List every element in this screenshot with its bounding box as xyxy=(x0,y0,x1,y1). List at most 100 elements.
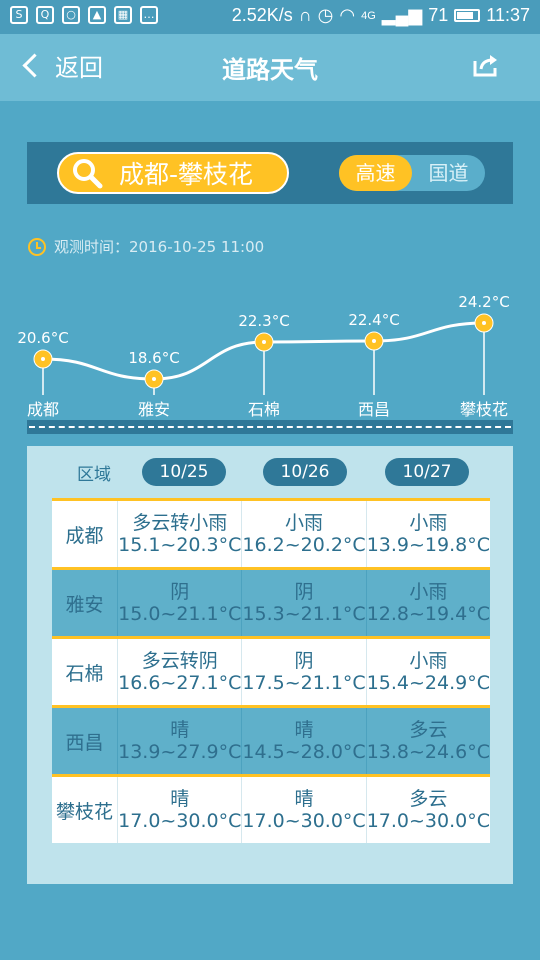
forecast-cell: 阴 17.5~21.1°C xyxy=(241,637,367,707)
headphone-icon: ∩ xyxy=(298,5,312,25)
battery-level: 71 xyxy=(428,5,449,25)
temp-range: 17.0~30.0°C xyxy=(242,810,366,832)
share-icon[interactable] xyxy=(472,52,500,78)
region-header: 区域 xyxy=(77,465,111,485)
weather-text: 晴 xyxy=(294,719,314,741)
city-cell: 成都 xyxy=(52,499,118,569)
temp-range: 15.4~24.9°C xyxy=(366,672,490,694)
forecast-cell: 小雨 13.9~19.8°C xyxy=(365,499,490,569)
message-icon: ○ xyxy=(62,6,80,24)
temp-label: 22.3°C xyxy=(238,312,290,330)
clock-icon xyxy=(28,237,46,256)
temp-label: 18.6°C xyxy=(128,349,180,367)
temp-range: 15.3~21.1°C xyxy=(242,603,366,625)
qq-icon: Q xyxy=(36,6,54,24)
search-icon xyxy=(73,159,103,189)
temp-range: 13.8~24.6°C xyxy=(366,741,490,763)
date-tab-2[interactable]: 10/26 xyxy=(263,458,347,486)
city-cell: 西昌 xyxy=(52,706,118,776)
data-point-center xyxy=(372,339,376,343)
temp-range: 12.8~19.4°C xyxy=(366,603,490,625)
route-selector[interactable]: 成都-攀枝花 xyxy=(57,152,289,194)
forecast-cell: 晴 13.9~27.9°C xyxy=(117,706,242,776)
temp-range: 16.2~20.2°C xyxy=(242,534,366,556)
route-divider xyxy=(27,420,513,434)
tab-national-road[interactable]: 国道 xyxy=(412,155,485,191)
weather-text: 小雨 xyxy=(409,581,448,603)
image-icon: ▲ xyxy=(88,6,106,24)
tab-highway[interactable]: 高速 xyxy=(339,155,412,191)
table-row: 雅安阴 15.0~21.1°C 阴 15.3~21.1°C 小雨 12.8~19.4°C xyxy=(52,568,490,638)
temp-range: 17.0~30.0°C xyxy=(118,810,242,832)
temp-range: 13.9~27.9°C xyxy=(118,741,242,763)
temp-label: 22.4°C xyxy=(348,311,400,329)
clock-time: 11:37 xyxy=(486,5,530,25)
route-search-bar: 成都-攀枝花 高速 国道 xyxy=(27,142,513,204)
temp-range: 15.0~21.1°C xyxy=(118,603,242,625)
network-type: 4G xyxy=(361,9,376,22)
observation-time: 观测时间：2016-10-25 11:00 xyxy=(28,236,264,257)
weather-text: 小雨 xyxy=(409,512,448,534)
weather-text: 阴 xyxy=(294,650,314,672)
forecast-table: 成都 多云转小雨 15.1~20.3°C 小雨 16.2~20.2°C 小雨 13.9~19… xyxy=(52,498,490,843)
forecast-cell: 晴 14.5~28.0°C xyxy=(241,706,367,776)
observation-value: 2016-10-25 11:00 xyxy=(129,238,265,256)
weather-text: 阴 xyxy=(294,581,314,603)
weather-text: 多云转小雨 xyxy=(132,512,228,534)
temp-range: 13.9~19.8°C xyxy=(366,534,490,556)
forecast-cell: 多云转小雨 15.1~20.3°C xyxy=(117,499,242,569)
city-label: 西昌 xyxy=(357,400,391,419)
more-icon: … xyxy=(140,6,158,24)
table-row: 西昌晴 13.9~27.9°C 晴 14.5~28.0°C 多云 13.8~24.6°C xyxy=(52,706,490,776)
grid-icon: ▦ xyxy=(114,6,132,24)
weather-text: 晴 xyxy=(170,719,190,741)
city-cell: 石棉 xyxy=(52,637,118,707)
forecast-cell: 多云 13.8~24.6°C xyxy=(365,706,490,776)
weather-text: 多云转阴 xyxy=(141,650,218,672)
temp-range: 14.5~28.0°C xyxy=(242,741,366,763)
data-point-center xyxy=(152,377,156,381)
table-row: 石棉 多云转阴 16.6~27.1°C 阴 17.5~21.1°C 小雨 15.4~24.9… xyxy=(52,637,490,707)
net-speed: 2.52K/s xyxy=(231,5,293,25)
temp-label: 20.6°C xyxy=(17,329,69,347)
city-label: 攀枝花 xyxy=(459,400,509,419)
notification-icons: S Q ○ ▲ ▦ … xyxy=(10,6,158,24)
forecast-cell: 阴 15.3~21.1°C xyxy=(241,568,367,638)
road-type-toggle: 高速 国道 xyxy=(339,155,485,191)
city-label: 雅安 xyxy=(137,400,171,419)
weather-text: 多云 xyxy=(409,788,448,810)
signal-icon: ▂▄▆ xyxy=(381,5,423,25)
route-text: 成都-攀枝花 xyxy=(119,160,254,189)
status-bar: S Q ○ ▲ ▦ … 2.52K/s ∩ ◷ ◠ 4G ▂▄▆ 71 11:3… xyxy=(0,0,540,34)
page-title: 道路天气 xyxy=(222,56,318,84)
weather-text: 小雨 xyxy=(409,650,448,672)
alarm-icon: ◷ xyxy=(317,5,334,25)
app-notification-icon: S xyxy=(10,6,28,24)
weather-text: 晴 xyxy=(170,788,190,810)
forecast-cell: 多云 17.0~30.0°C xyxy=(365,775,490,843)
table-row: 攀枝花晴 17.0~30.0°C 晴 17.0~30.0°C 多云 17.0~30.0°C xyxy=(52,775,490,843)
date-tab-3[interactable]: 10/27 xyxy=(385,458,469,486)
temp-range: 17.5~21.1°C xyxy=(242,672,366,694)
observation-label: 观测时间： xyxy=(54,238,130,256)
title-bar: 返回 道路天气 xyxy=(0,34,540,101)
forecast-cell: 晴 17.0~30.0°C xyxy=(241,775,367,843)
forecast-cell: 晴 17.0~30.0°C xyxy=(117,775,242,843)
weather-text: 晴 xyxy=(294,788,314,810)
forecast-cell: 阴 15.0~21.1°C xyxy=(117,568,242,638)
city-cell: 攀枝花 xyxy=(52,775,118,843)
data-point-center xyxy=(41,357,45,361)
city-label: 成都 xyxy=(26,400,60,419)
wifi-icon: ◠ xyxy=(339,5,356,25)
battery-icon xyxy=(454,9,481,22)
city-cell: 雅安 xyxy=(52,568,118,638)
weather-text: 多云 xyxy=(409,719,448,741)
forecast-cell: 小雨 12.8~19.4°C xyxy=(365,568,490,638)
date-tab-1[interactable]: 10/25 xyxy=(142,458,226,486)
weather-text: 阴 xyxy=(170,581,190,603)
temp-range: 16.6~27.1°C xyxy=(118,672,242,694)
forecast-cell: 小雨 16.2~20.2°C xyxy=(241,499,367,569)
weather-text: 小雨 xyxy=(285,512,324,534)
forecast-cell: 小雨 15.4~24.9°C xyxy=(365,637,490,707)
forecast-cell: 多云转阴 16.6~27.1°C xyxy=(117,637,242,707)
